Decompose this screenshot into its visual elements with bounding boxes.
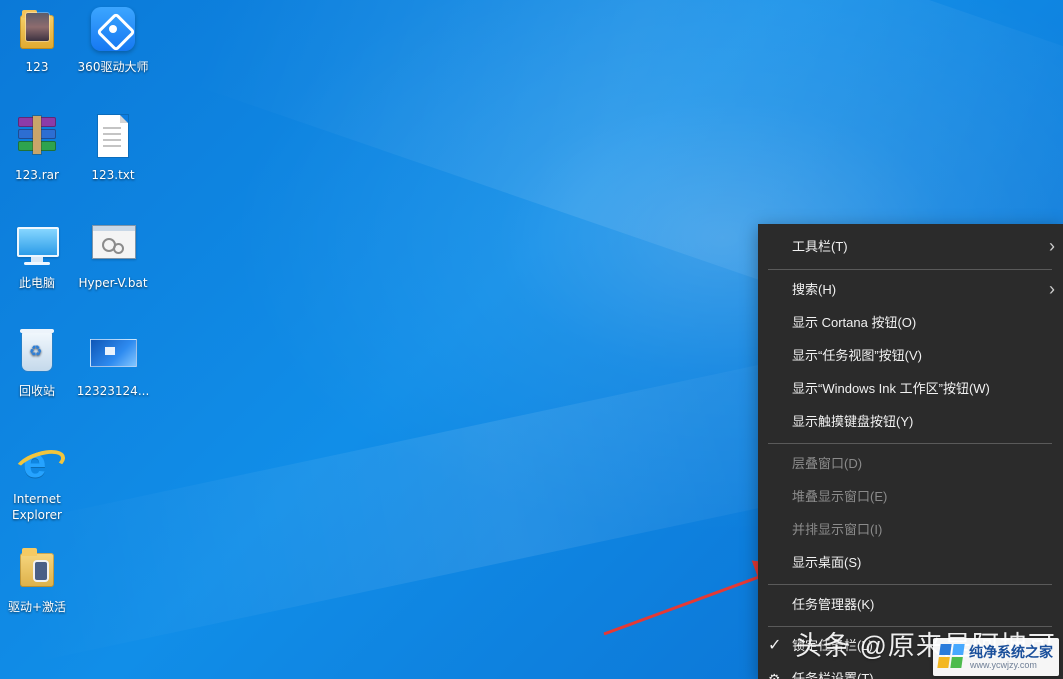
menu-item-label: 搜索(H) bbox=[792, 282, 837, 297]
chevron-right-icon: › bbox=[1049, 236, 1055, 256]
gear-icon: ⚙ bbox=[768, 671, 781, 679]
watermark-logo-url: www.ycwjzy.com bbox=[970, 660, 1037, 670]
menu-item-toolbars[interactable]: 工具栏(T) › bbox=[758, 232, 1063, 262]
desktop-icon-123-txt[interactable]: 123.txt bbox=[68, 115, 158, 183]
batch-file-icon bbox=[88, 223, 138, 273]
taskbar-context-menu: 工具栏(T) › 搜索(H) › 显示 Cortana 按钮(O) 显示“任务视… bbox=[758, 224, 1063, 679]
menu-item-label: 显示桌面(S) bbox=[792, 555, 862, 570]
menu-item-label: 显示 Cortana 按钮(O) bbox=[792, 315, 917, 330]
desktop-icon-label: Hyper-V.bat bbox=[78, 276, 148, 290]
desktop-icon-driver-activation-folder[interactable]: 驱动+激活 bbox=[0, 547, 82, 615]
menu-item-label: 堆叠显示窗口(E) bbox=[792, 489, 888, 504]
rar-archive-icon bbox=[12, 115, 62, 165]
desktop-icon-label: 驱动+激活 bbox=[7, 600, 67, 614]
menu-item-cascade-windows: 层叠窗口(D) bbox=[758, 449, 1063, 479]
menu-item-show-windows-stacked: 堆叠显示窗口(E) bbox=[758, 482, 1063, 512]
desktop-icon-internet-explorer[interactable]: e Internet Explorer bbox=[0, 439, 82, 523]
image-thumbnail-icon bbox=[88, 331, 138, 381]
menu-separator bbox=[768, 269, 1052, 270]
windows-desktop: 123 360驱动大师 123.rar 123.txt 此电脑 Hyper-V.… bbox=[0, 0, 1063, 679]
menu-item-show-touch-keyboard-button[interactable]: 显示触摸键盘按钮(Y) bbox=[758, 407, 1063, 437]
menu-separator bbox=[768, 443, 1052, 444]
menu-item-label: 任务栏设置(T) bbox=[792, 671, 874, 679]
menu-item-label: 显示“Windows Ink 工作区”按钮(W) bbox=[792, 381, 990, 396]
menu-item-label: 任务管理器(K) bbox=[792, 597, 875, 612]
menu-item-show-task-view-button[interactable]: 显示“任务视图”按钮(V) bbox=[758, 341, 1063, 371]
menu-item-task-manager[interactable]: 任务管理器(K) bbox=[758, 590, 1063, 620]
menu-item-label: 并排显示窗口(I) bbox=[792, 522, 883, 537]
desktop-icon-360-driver-master[interactable]: 360驱动大师 bbox=[68, 7, 158, 75]
watermark-logo-text: 纯净系统之家 bbox=[969, 644, 1053, 660]
menu-item-label: 显示“任务视图”按钮(V) bbox=[792, 348, 922, 363]
desktop-icon-label: Internet Explorer bbox=[12, 492, 62, 523]
folder-photo-icon bbox=[12, 7, 62, 57]
recycle-bin-icon bbox=[12, 329, 62, 381]
menu-item-label: 显示触摸键盘按钮(Y) bbox=[792, 414, 914, 429]
desktop-icon-hyper-v-bat[interactable]: Hyper-V.bat bbox=[68, 223, 158, 291]
desktop-icon-label: 360驱动大师 bbox=[77, 60, 149, 74]
desktop-icon-label: 123.txt bbox=[91, 168, 135, 182]
desktop-icon-label: 12323124... bbox=[76, 384, 150, 398]
chevron-right-icon: › bbox=[1049, 279, 1055, 299]
windows-logo-icon bbox=[937, 644, 965, 668]
app-360-icon bbox=[88, 7, 138, 57]
menu-item-show-windows-side-by-side: 并排显示窗口(I) bbox=[758, 515, 1063, 545]
menu-item-show-cortana-button[interactable]: 显示 Cortana 按钮(O) bbox=[758, 308, 1063, 338]
internet-explorer-icon: e bbox=[11, 439, 69, 489]
menu-item-search[interactable]: 搜索(H) › bbox=[758, 275, 1063, 305]
check-icon: ✓ bbox=[768, 637, 782, 654]
folder-driver-icon bbox=[12, 547, 62, 597]
desktop-icon-image-file[interactable]: 12323124... bbox=[68, 331, 158, 399]
computer-icon bbox=[12, 223, 62, 273]
text-file-icon bbox=[88, 115, 138, 165]
menu-separator bbox=[768, 584, 1052, 585]
menu-item-show-desktop[interactable]: 显示桌面(S) bbox=[758, 548, 1063, 578]
menu-item-show-windows-ink-button[interactable]: 显示“Windows Ink 工作区”按钮(W) bbox=[758, 374, 1063, 404]
watermark-logo-badge: 纯净系统之家 www.ycwjzy.com bbox=[933, 638, 1059, 676]
menu-item-label: 层叠窗口(D) bbox=[792, 456, 863, 471]
menu-item-label: 工具栏(T) bbox=[792, 239, 848, 254]
